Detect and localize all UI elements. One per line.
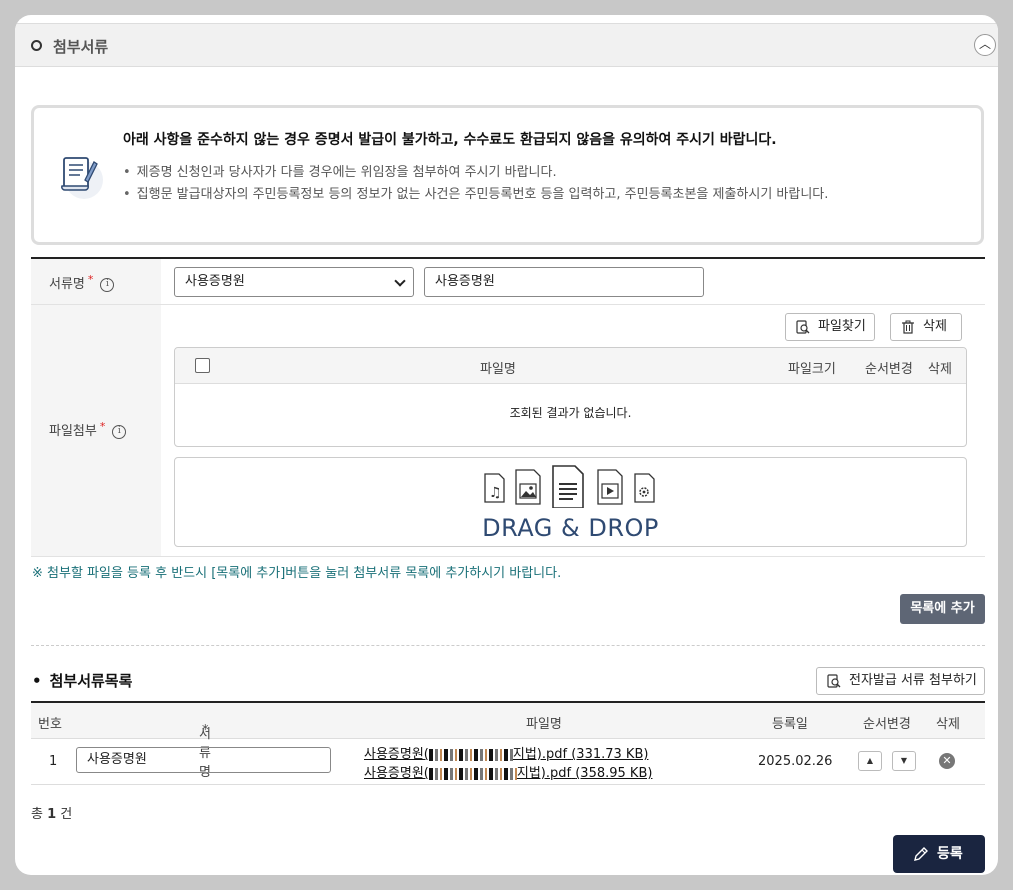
e-doc-attach-button[interactable]: 전자발급 서류 첨부하기 [816,667,985,695]
info-icon[interactable]: i [112,424,127,439]
file-size: (331.73 KB) [571,747,649,762]
notice-title: 아래 사항을 준수하지 않는 경우 증명서 발급이 불가하고, 수수료도 환급되… [123,132,777,148]
attach-label: 파일첨부 [49,424,97,439]
attachment-panel: 첨부서류 ︿ 아래 사항을 준수하지 않는 경우 증명서 발급이 불가하고, 수… [15,15,998,875]
file-name-header: 파일명 [526,717,562,732]
redacted-text [428,748,513,761]
order-header: 순서변경 [865,362,913,377]
add-to-list-button[interactable]: 목록에 추가 [900,594,985,624]
file-name-header: 파일명 [480,362,516,377]
hint-text: ※ 첨부할 파일을 등록 후 반드시 [목록에 추가]버튼을 눌러 첨부서류 목… [32,566,562,581]
register-button[interactable]: 등록 [893,835,985,873]
file-size-header: 파일크기 [788,362,836,377]
file-table-header: 파일명 파일크기 순서변경 삭제 [175,348,966,384]
select-all-checkbox[interactable] [195,358,210,373]
notice-item: 집행문 발급대상자의 주민등록정보 등의 정보가 없는 사건은 주민등록번호 등… [123,183,829,202]
section-bullet-icon [31,40,42,51]
move-down-icon[interactable]: ▼ [892,751,916,771]
required-mark: * [87,273,94,286]
doc-name-label: 서류명 [49,277,85,292]
row-date: 2025.02.26 [758,754,833,769]
list-title: 첨부서류목록 [32,670,133,691]
order-header: 순서변경 [863,717,911,732]
svg-text:♫: ♫ [489,485,502,501]
trash-icon [902,320,914,334]
attach-label-cell: 파일첨부 * i [31,305,161,557]
notice-item: 제증명 신청인과 당사자가 다를 경우에는 위임장을 첨부하여 주시기 바랍니다… [123,161,557,180]
required-mark: * [202,723,209,738]
document-pen-icon [61,157,103,199]
delete-header: 삭제 [928,362,952,377]
notice-box: 아래 사항을 준수하지 않는 경우 증명서 발급이 불가하고, 수수료도 환급되… [31,105,984,245]
find-file-button[interactable]: 파일찾기 [785,313,875,341]
move-up-icon[interactable]: ▲ [858,751,882,771]
row-number: 1 [49,754,58,769]
doc-name-label-cell: 서류명 * i [31,259,161,305]
file-link[interactable]: 사용증명원(지법).pdf (331.73 KB) [364,743,648,762]
attachment-form: 서류명*i 사용증명원 사용증명원 파일첨부*i 파일찾기 삭제 파일명 [31,257,985,557]
file-search-icon [796,320,810,334]
section-header: 첨부서류 ︿ [15,23,998,67]
divider [31,645,985,646]
chevron-up-icon[interactable]: ︿ [974,34,996,56]
file-size: (358.95 KB) [575,766,653,781]
row-doc-name-input[interactable]: 사용증명원 [76,747,331,773]
delete-file-button[interactable]: 삭제 [890,313,962,341]
file-search-icon [827,674,841,688]
section-title: 첨부서류 [53,38,109,56]
doc-type-select[interactable]: 사용증명원 [174,267,414,297]
list-table-header: 번호 서류명 * 파일명 등록일 순서변경 삭제 [31,703,985,780]
info-icon[interactable]: i [100,277,115,292]
redacted-text [428,767,517,780]
delete-header: 삭제 [936,717,960,732]
empty-message: 조회된 결과가 없습니다. [509,406,632,420]
remove-row-icon[interactable]: ✕ [939,753,955,769]
drop-text: DRAG & DROP [482,514,659,542]
file-link[interactable]: 사용증명원(지법).pdf (358.95 KB) [364,762,652,781]
no-header: 번호 [38,717,62,732]
attachment-list-table: 번호 서류명 * 파일명 등록일 순서변경 삭제 1 사용증명원 사용증명원(지법… [31,701,985,785]
table-row: 1 사용증명원 사용증명원(지법).pdf (331.73 KB) 사용증명원(… [31,739,985,785]
pencil-icon [914,847,928,861]
date-header: 등록일 [772,717,808,732]
required-mark: * [99,420,106,433]
file-table: 파일명 파일크기 순서변경 삭제 조회된 결과가 없습니다. [174,347,967,447]
doc-name-input[interactable]: 사용증명원 [424,267,704,297]
drop-zone[interactable]: ♫ DRAG & DROP [174,457,967,547]
file-types-icon: ♫ [484,465,655,508]
chevron-down-icon [394,275,406,287]
total-count: 총 1 건 [31,807,73,822]
